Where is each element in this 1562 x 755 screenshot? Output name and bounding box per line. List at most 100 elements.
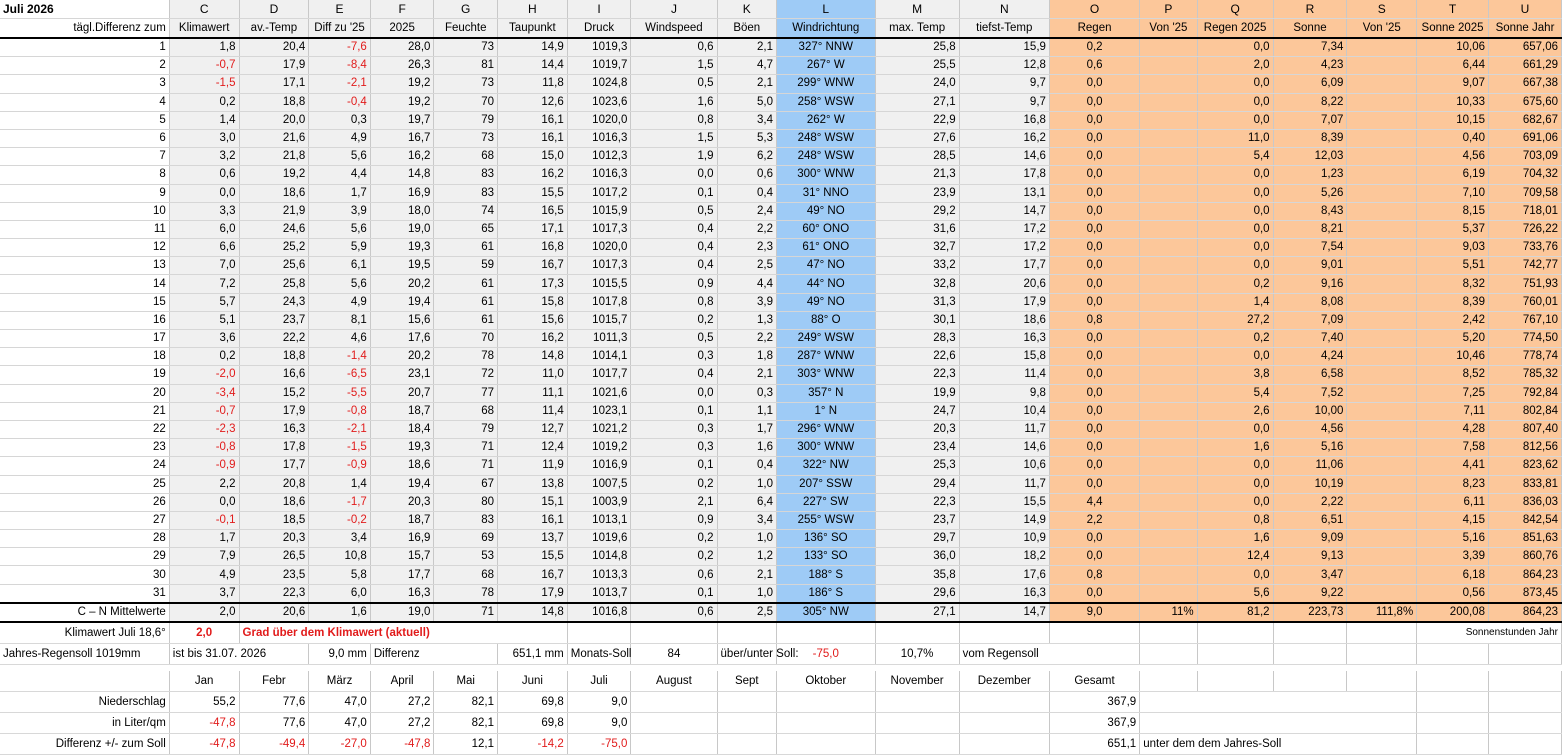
column-letter-Q[interactable]: Q [1197, 0, 1274, 19]
month-value[interactable]: 9,0 [567, 712, 632, 734]
table-cell[interactable]: 21,9 [239, 202, 310, 221]
table-cell[interactable]: 0,8 [630, 293, 718, 312]
table-cell[interactable]: 15,7 [370, 547, 435, 567]
table-cell[interactable]: 16,1 [497, 129, 568, 149]
table-cell[interactable]: 5,6 [308, 220, 371, 240]
table-cell[interactable]: 2,1 [717, 38, 778, 58]
table-cell[interactable]: 0,8 [1049, 565, 1141, 585]
table-cell[interactable]: 24,0 [875, 74, 960, 94]
empty-cell[interactable] [875, 622, 960, 644]
table-cell[interactable]: 1019,7 [567, 56, 632, 76]
table-cell[interactable]: 26,5 [239, 547, 310, 567]
table-cell[interactable]: 27,2 [1197, 311, 1274, 331]
day-number[interactable]: 27 [0, 511, 170, 531]
table-cell[interactable]: 0,5 [630, 74, 718, 94]
table-cell[interactable]: 287° WNW [776, 347, 876, 367]
table-cell[interactable] [1346, 274, 1418, 294]
table-cell[interactable]: 47° NO [776, 256, 876, 276]
table-cell[interactable]: 10,33 [1416, 93, 1489, 112]
table-cell[interactable]: 9,22 [1273, 584, 1348, 604]
mean-value[interactable]: 1016,8 [567, 601, 632, 624]
table-cell[interactable]: 10,9 [959, 529, 1050, 549]
regen-percent[interactable]: 10,7% [875, 643, 960, 665]
table-cell[interactable]: 83 [433, 165, 499, 185]
table-cell[interactable]: 0,0 [1197, 256, 1274, 276]
table-cell[interactable]: 10,8 [308, 547, 371, 567]
table-cell[interactable]: 657,06 [1488, 38, 1562, 58]
table-cell[interactable]: 24,7 [875, 402, 960, 421]
table-cell[interactable]: 1,5 [630, 56, 718, 76]
table-cell[interactable]: 0,2 [630, 529, 718, 549]
table-cell[interactable]: 3,9 [308, 202, 371, 221]
table-cell[interactable]: 65 [433, 220, 499, 240]
empty-cell[interactable] [1416, 733, 1489, 755]
day-number[interactable]: 11 [0, 220, 170, 240]
empty-cell[interactable] [959, 622, 1050, 644]
empty-cell[interactable] [1416, 691, 1489, 713]
table-cell[interactable]: 4,9 [308, 293, 371, 312]
month-value[interactable]: 27,2 [370, 712, 435, 734]
table-cell[interactable]: 3,4 [308, 529, 371, 549]
day-number[interactable]: 2 [0, 56, 170, 76]
table-cell[interactable]: 833,81 [1488, 475, 1562, 494]
table-cell[interactable]: 0,0 [1197, 93, 1274, 112]
table-cell[interactable]: 299° WNW [776, 74, 876, 94]
table-cell[interactable]: 0,6 [1049, 56, 1141, 76]
empty-cell[interactable] [1197, 643, 1274, 665]
table-cell[interactable]: 1,6 [717, 438, 778, 458]
table-cell[interactable]: 0,0 [1197, 38, 1274, 58]
table-cell[interactable]: 1014,1 [567, 347, 632, 367]
table-cell[interactable]: -3,4 [169, 384, 240, 403]
month-value[interactable] [875, 691, 960, 713]
day-number[interactable]: 4 [0, 93, 170, 112]
table-cell[interactable] [1139, 256, 1198, 276]
table-cell[interactable]: 262° W [776, 111, 876, 130]
table-cell[interactable]: 0,0 [1197, 165, 1274, 185]
table-cell[interactable]: 15,5 [959, 493, 1050, 512]
table-cell[interactable] [1346, 129, 1418, 149]
table-cell[interactable]: 1014,8 [567, 547, 632, 567]
table-cell[interactable]: 4,7 [717, 56, 778, 76]
table-cell[interactable]: 2,2 [717, 329, 778, 349]
table-cell[interactable]: 17,8 [959, 165, 1050, 185]
table-cell[interactable]: 70 [433, 329, 499, 349]
table-cell[interactable]: 18,8 [239, 347, 310, 367]
table-cell[interactable]: 0,0 [1049, 129, 1141, 149]
table-cell[interactable] [1139, 220, 1198, 240]
table-cell[interactable]: 20,3 [875, 420, 960, 440]
table-cell[interactable]: 7,9 [169, 547, 240, 567]
table-cell[interactable]: 0,0 [1197, 111, 1274, 130]
table-cell[interactable]: 20,8 [239, 475, 310, 494]
table-cell[interactable] [1139, 293, 1198, 312]
table-cell[interactable]: 69 [433, 529, 499, 549]
empty-cell[interactable] [717, 622, 778, 644]
table-cell[interactable]: 6,18 [1416, 565, 1489, 585]
table-cell[interactable]: 9,8 [959, 384, 1050, 403]
month-value[interactable] [630, 733, 718, 755]
table-cell[interactable]: 11,4 [959, 365, 1050, 385]
table-cell[interactable]: 80 [433, 493, 499, 512]
table-cell[interactable]: 13,8 [497, 475, 568, 494]
table-cell[interactable]: 23,7 [875, 511, 960, 531]
month-value[interactable] [875, 712, 960, 734]
empty-cell[interactable] [1197, 671, 1274, 692]
table-cell[interactable]: 7,11 [1416, 402, 1489, 421]
table-cell[interactable]: 8,39 [1416, 293, 1489, 312]
table-cell[interactable]: 22,6 [875, 347, 960, 367]
table-cell[interactable]: 1,6 [1197, 529, 1274, 549]
table-cell[interactable]: 4,41 [1416, 456, 1489, 476]
table-cell[interactable]: 1,8 [717, 347, 778, 367]
table-cell[interactable]: 5,6 [308, 147, 371, 167]
table-cell[interactable]: 11,7 [959, 420, 1050, 440]
table-cell[interactable]: 807,40 [1488, 420, 1562, 440]
table-cell[interactable]: -1,4 [308, 347, 371, 367]
table-cell[interactable]: 21,6 [239, 129, 310, 149]
table-cell[interactable] [1346, 329, 1418, 349]
table-cell[interactable]: 0,1 [630, 584, 718, 604]
table-cell[interactable]: 17,1 [497, 220, 568, 240]
table-cell[interactable]: 0,3 [630, 347, 718, 367]
table-cell[interactable]: 248° WSW [776, 147, 876, 167]
table-cell[interactable]: 718,01 [1488, 202, 1562, 221]
table-cell[interactable] [1139, 475, 1198, 494]
table-cell[interactable]: 6,19 [1416, 165, 1489, 185]
